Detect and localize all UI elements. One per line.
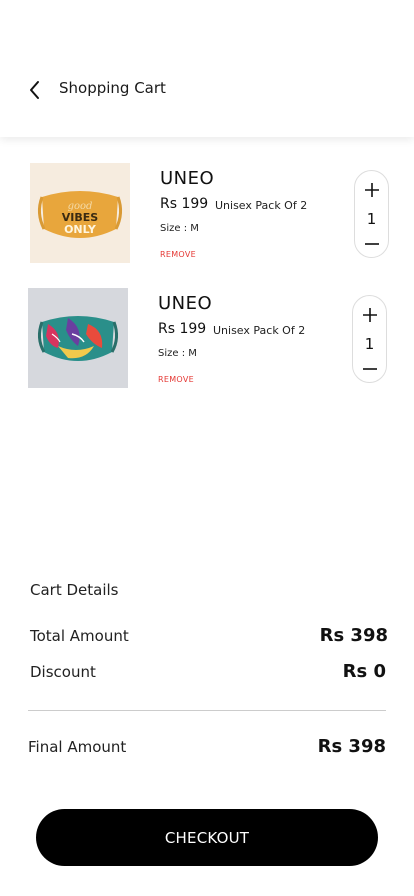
minus-icon: [362, 368, 377, 370]
discount-label: Discount: [30, 663, 96, 681]
product-image[interactable]: [28, 288, 128, 388]
decrement-button[interactable]: [353, 358, 386, 380]
cart-item: UNEO Rs 199 Unisex Pack Of 2 Size : M RE…: [0, 288, 414, 388]
app-header: Shopping Cart: [0, 0, 414, 137]
final-amount-value: Rs 398: [317, 736, 386, 757]
cart-details-title: Cart Details: [30, 581, 119, 599]
shopping-cart-screen: Shopping Cart good VIBES ONLY UNEO Rs 19…: [0, 0, 414, 896]
cart-item: good VIBES ONLY UNEO Rs 199 Unisex Pack …: [0, 163, 414, 263]
divider: [28, 710, 386, 711]
product-pack: Unisex Pack Of 2: [215, 199, 308, 212]
mask-image: [28, 288, 128, 388]
product-size: Size : M: [160, 223, 199, 234]
product-price: Rs 199: [160, 196, 209, 212]
product-pack: Unisex Pack Of 2: [213, 324, 306, 337]
minus-icon: [364, 243, 379, 245]
product-brand: UNEO: [158, 293, 213, 314]
remove-button[interactable]: REMOVE: [158, 375, 194, 384]
checkout-button[interactable]: CHECKOUT: [36, 809, 378, 866]
back-button[interactable]: [22, 77, 48, 103]
final-amount-label: Final Amount: [28, 738, 127, 756]
quantity-value: 1: [364, 335, 375, 353]
total-amount-value: Rs 398: [319, 625, 388, 646]
plus-icon: [364, 183, 379, 197]
product-price: Rs 199: [158, 321, 207, 337]
page-title: Shopping Cart: [59, 79, 166, 97]
increment-button[interactable]: [355, 179, 388, 201]
total-amount-label: Total Amount: [30, 627, 129, 645]
discount-value: Rs 0: [342, 661, 386, 682]
quantity-stepper: 1: [352, 295, 387, 383]
plus-icon: [362, 308, 377, 322]
quantity-stepper: 1: [354, 170, 389, 258]
decrement-button[interactable]: [355, 233, 388, 255]
remove-button[interactable]: REMOVE: [160, 250, 196, 259]
mask-image: good VIBES ONLY: [30, 163, 130, 263]
product-brand: UNEO: [160, 168, 215, 189]
chevron-left-icon: [30, 81, 39, 99]
quantity-value: 1: [366, 210, 377, 228]
increment-button[interactable]: [353, 304, 386, 326]
mask-text-bottom: ONLY: [64, 223, 97, 236]
product-size: Size : M: [158, 348, 197, 359]
product-image[interactable]: good VIBES ONLY: [30, 163, 130, 263]
